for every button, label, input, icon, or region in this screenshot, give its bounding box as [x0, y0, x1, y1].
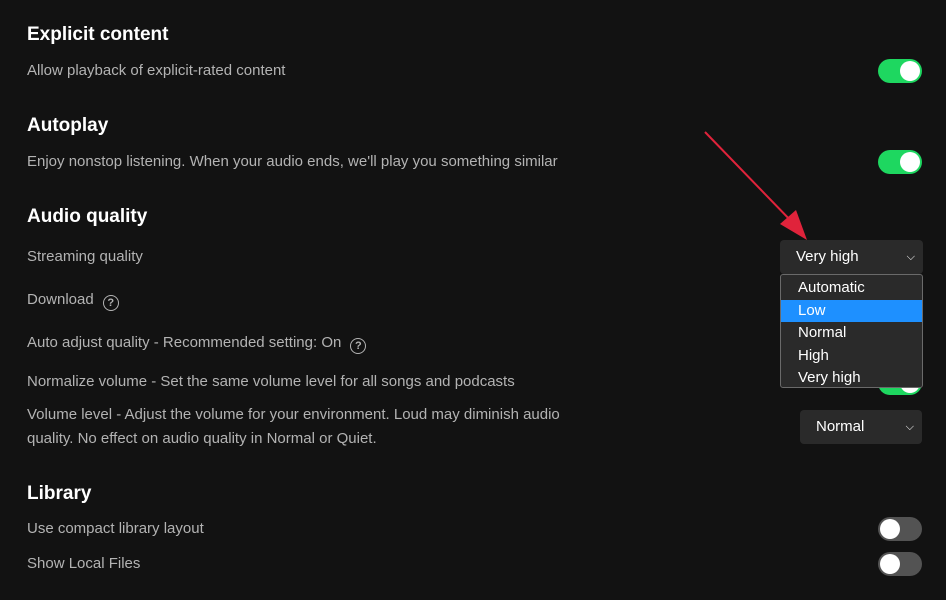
arrow-shaft: [704, 131, 796, 226]
annotation-arrow-icon: [704, 131, 807, 240]
